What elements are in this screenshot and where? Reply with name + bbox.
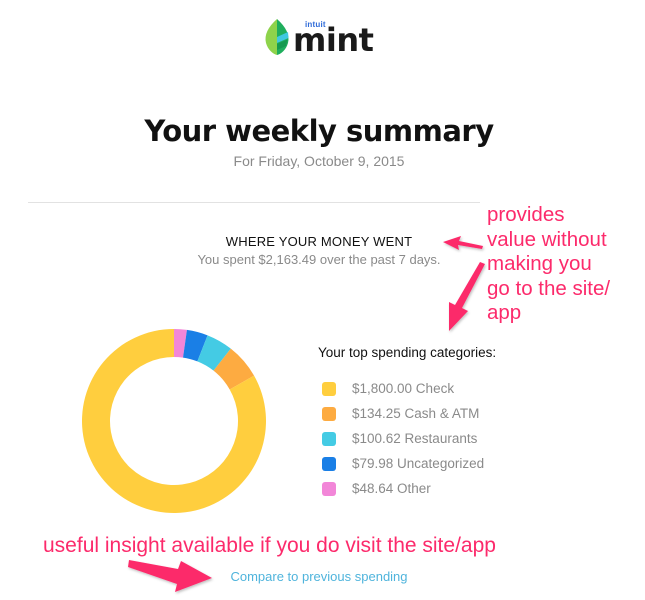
page-title: Your weekly summary: [144, 114, 494, 148]
mint-logo: intuit mint: [262, 17, 382, 57]
annotation-line: provides: [487, 203, 565, 226]
legend-item: $1,800.00 Check: [322, 376, 484, 401]
legend-label: $1,800.00 Check: [352, 381, 455, 396]
legend-item: $100.62 Restaurants: [322, 426, 484, 451]
legend-swatch: [322, 481, 336, 496]
legend-label: $100.62 Restaurants: [352, 431, 478, 446]
legend-item: $48.64 Other: [322, 476, 484, 501]
legend-label: $48.64 Other: [352, 481, 431, 496]
annotation-value-note: provides value without making you go to the…: [487, 203, 645, 326]
legend-item: $79.98 Uncategorized: [322, 451, 484, 476]
mint-wordmark: mint: [293, 21, 374, 59]
compare-previous-spending-link[interactable]: Compare to previous spending: [0, 569, 638, 584]
annotation-line: go to the site/: [487, 276, 611, 300]
divider: [28, 202, 480, 203]
legend-label: $134.25 Cash & ATM: [352, 406, 480, 421]
spending-legend: $1,800.00 Check $134.25 Cash & ATM $100.62…: [322, 376, 484, 501]
legend-swatch: [322, 456, 336, 471]
legend-swatch: [322, 381, 336, 396]
legend-swatch: [322, 406, 336, 421]
annotation-insight-note: useful insight available if you do visit…: [43, 534, 496, 557]
legend-item: $134.25 Cash & ATM: [322, 401, 484, 426]
summary-date: For Friday, October 9, 2015: [233, 153, 405, 169]
annotation-line: making you: [487, 252, 592, 275]
annotation-line: value without: [487, 227, 607, 251]
spending-donut-chart: [82, 329, 266, 513]
mint-leaf-icon: [265, 19, 289, 55]
legend-title: Your top spending categories:: [318, 345, 497, 360]
annotation-line: app: [487, 301, 522, 324]
arrow-down-left-icon: [449, 262, 485, 331]
legend-label: $79.98 Uncategorized: [352, 456, 485, 471]
legend-swatch: [322, 431, 336, 446]
